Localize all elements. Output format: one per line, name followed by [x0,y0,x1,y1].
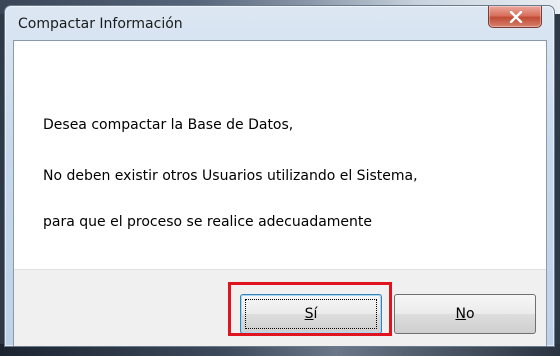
button-area: Sí No [14,269,546,346]
message-line-3: para que el proceso se realice adecuadam… [43,214,373,230]
focus-ring [245,299,377,329]
dialog-window: Compactar Información Desea compactar la… [4,5,555,347]
message-line-1: Desea compactar la Base de Datos, [43,117,294,133]
no-button-mnemonic: N [455,306,466,322]
window-title: Compactar Información [18,16,183,32]
no-button[interactable]: No [394,294,536,334]
title-bar[interactable]: Compactar Información [5,6,554,32]
message-line-2: No deben existir otros Usuarios utilizan… [43,168,418,184]
no-button-label-rest: o [465,306,475,322]
no-button-label: No [455,306,474,322]
close-button[interactable] [488,6,542,28]
yes-button[interactable]: Sí [240,294,382,334]
dialog-content: Desea compactar la Base de Datos, No deb… [13,40,547,346]
close-icon [509,11,523,23]
